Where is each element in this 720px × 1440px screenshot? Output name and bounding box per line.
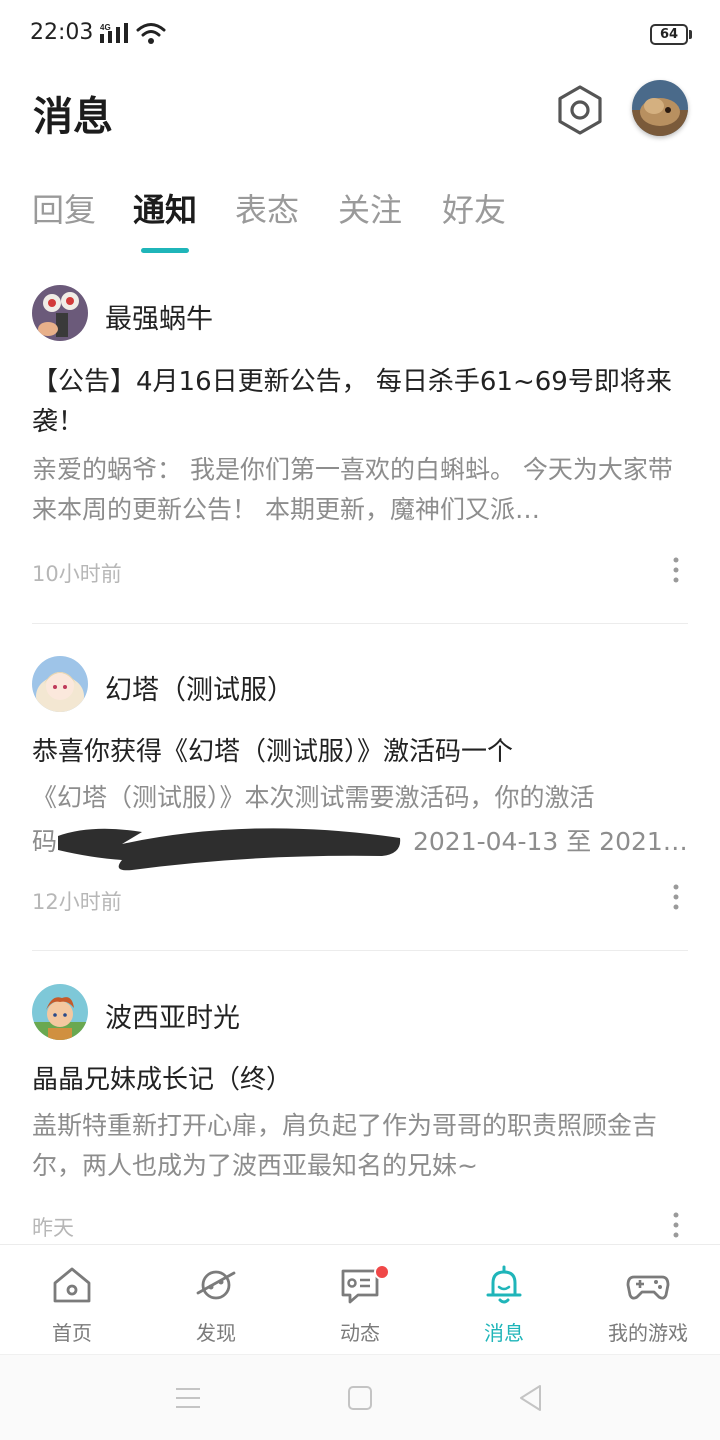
avatar[interactable] — [632, 80, 688, 136]
menu-icon[interactable] — [171, 1381, 205, 1415]
message-title: 晶晶兄妹成长记（终） — [32, 1065, 293, 1095]
bottom-navigation: 首页 发现 动态 消息 我的游戏 — [0, 1244, 720, 1354]
nav-label: 发现 — [196, 1321, 236, 1345]
bell-icon — [486, 1265, 522, 1304]
list-item[interactable]: 幻塔（测试服） 恭喜你获得《幻塔（测试服）》激活码一个 《幻塔（测试服）》本次测… — [0, 656, 720, 950]
message-body-line1: 《幻塔（测试服）》本次测试需要激活码，你的激活 — [32, 783, 595, 812]
home-icon — [53, 1267, 91, 1303]
more-vertical-icon[interactable] — [664, 555, 688, 585]
tab-reaction[interactable]: 表态 — [235, 185, 299, 231]
tab-follow[interactable]: 关注 — [338, 185, 402, 231]
status-bar: 22:03 4G 64 — [0, 0, 720, 70]
gamepad-icon — [626, 1275, 670, 1300]
tab-reply[interactable]: 回复 — [32, 185, 96, 231]
page-title: 消息 — [33, 94, 113, 140]
profile-avatar-image — [632, 80, 688, 136]
message-body: 盖斯特重新打开心扉，肩负起了作为哥哥的职责照顾金吉尔，两人也成为了波西亚最知名的… — [32, 1111, 658, 1180]
message-title: 【公告】4月16日更新公告， 每日杀手61~69号即将来袭！ — [32, 367, 672, 437]
back-icon[interactable] — [514, 1381, 548, 1415]
nav-label: 首页 — [52, 1321, 92, 1345]
nav-my-games[interactable]: 我的游戏 — [576, 1245, 720, 1355]
message-time: 10小时前 — [32, 562, 122, 586]
nav-feed[interactable]: 动态 — [288, 1245, 432, 1355]
battery-level: 64 — [659, 27, 679, 42]
notification-badge — [374, 1264, 390, 1280]
nav-label: 消息 — [484, 1321, 524, 1345]
active-tab-indicator — [141, 248, 189, 253]
message-body-dates: 2021-04-13 至 2021… — [413, 827, 688, 856]
nav-label: 我的游戏 — [608, 1321, 688, 1345]
message-time: 12小时前 — [32, 890, 122, 914]
redaction-scribble — [58, 828, 401, 871]
nav-label: 动态 — [340, 1321, 380, 1345]
more-vertical-icon[interactable] — [664, 882, 688, 912]
tab-friends[interactable]: 好友 — [442, 185, 506, 231]
nav-home[interactable]: 首页 — [0, 1245, 144, 1355]
sender-avatar[interactable] — [32, 656, 88, 712]
battery-icon: 64 — [650, 24, 688, 45]
sender-name: 幻塔（测试服） — [105, 675, 294, 706]
cellular-signal-icon: 4G — [100, 23, 128, 43]
snail-game-avatar — [32, 285, 88, 341]
planet-icon — [196, 1270, 236, 1300]
status-time: 22:03 — [30, 20, 94, 45]
divider — [32, 623, 688, 624]
message-time: 昨天 — [32, 1216, 74, 1240]
divider — [32, 950, 688, 951]
sender-name: 波西亚时光 — [105, 1003, 240, 1034]
portia-avatar — [32, 984, 88, 1040]
message-body: 亲爱的蜗爷： 我是你们第一喜欢的白蝌蚪。 今天为大家带来本周的更新公告！ 本期更… — [32, 455, 673, 524]
wifi-icon — [136, 23, 166, 44]
nav-messages[interactable]: 消息 — [432, 1245, 576, 1355]
sender-avatar[interactable] — [32, 285, 88, 341]
hexagon-gear-icon[interactable] — [554, 84, 606, 136]
network-type-label: 4G — [100, 23, 111, 32]
more-vertical-icon[interactable] — [664, 1210, 688, 1240]
system-navigation-bar — [0, 1354, 720, 1440]
sender-avatar[interactable] — [32, 984, 88, 1040]
list-item[interactable]: 最强蜗牛 【公告】4月16日更新公告， 每日杀手61~69号即将来袭！ 亲爱的蜗… — [0, 285, 720, 623]
tower-of-fantasy-avatar — [32, 656, 88, 712]
nav-discover[interactable]: 发现 — [144, 1245, 288, 1355]
message-tabs: 回复 通知 表态 关注 好友 — [0, 185, 720, 255]
battery-nub — [689, 30, 692, 39]
list-item[interactable]: 波西亚时光 晶晶兄妹成长记（终） 盖斯特重新打开心扉，肩负起了作为哥哥的职责照顾… — [0, 984, 720, 1244]
tab-notification[interactable]: 通知 — [133, 185, 197, 231]
sender-name: 最强蜗牛 — [105, 304, 213, 335]
home-square-icon[interactable] — [343, 1381, 377, 1415]
message-title: 恭喜你获得《幻塔（测试服）》激活码一个 — [32, 737, 514, 767]
